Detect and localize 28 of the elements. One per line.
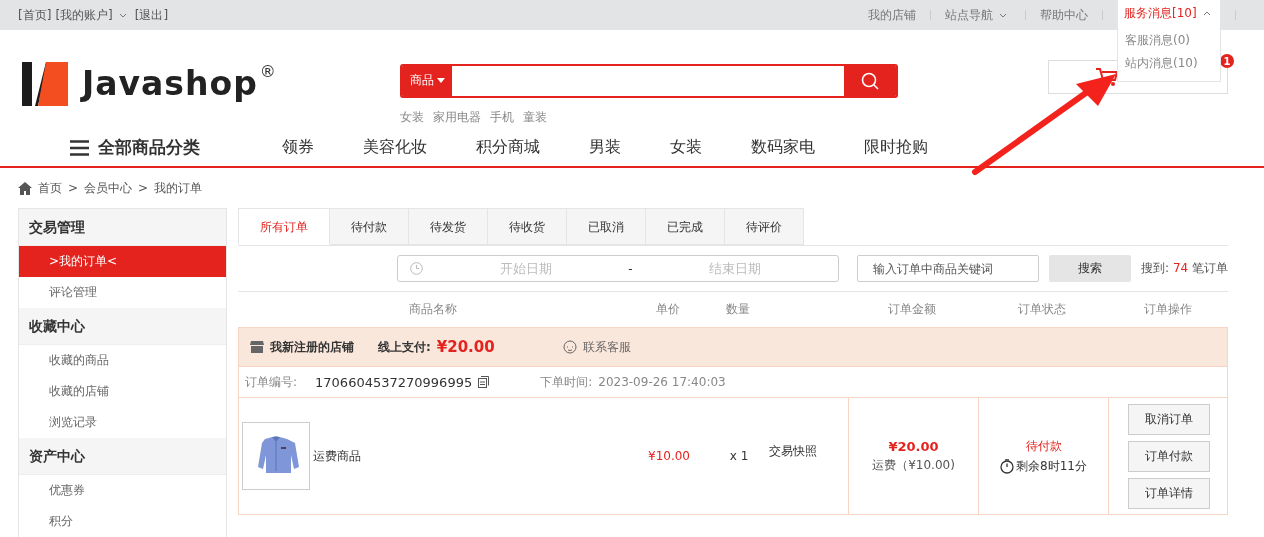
payment-label: 线上支付: — [378, 338, 431, 356]
column-header: 数量 — [725, 301, 751, 318]
order-number-label: 订单编号: — [245, 373, 298, 391]
column-header: 订单金额 — [887, 301, 937, 318]
order-total: ¥20.00 — [888, 438, 939, 454]
quantity: x 1 — [728, 449, 750, 463]
registered-mark: ® — [259, 61, 276, 82]
order-status: 待付款 — [1025, 437, 1062, 455]
remaining-time: 剩余8时11分 — [1016, 457, 1087, 475]
order-time: 2023-09-26 17:40:03 — [598, 375, 726, 389]
range-separator: - — [628, 261, 633, 276]
column-header: 单价 — [655, 301, 681, 318]
sidebar-heading: 收藏中心 — [19, 308, 226, 345]
sidebar-heading: 交易管理 — [19, 209, 226, 246]
breadcrumb-separator: > — [138, 181, 149, 195]
unit-price: ¥10.00 — [647, 449, 691, 463]
column-header: 订单状态 — [1017, 301, 1067, 318]
column-header: 订单操作 — [1142, 301, 1193, 318]
result-count: 搜到: 74 笔订单 — [1141, 260, 1228, 277]
order-time-label: 下单时间: — [540, 373, 593, 391]
order-number: 1706604537270996995 — [315, 374, 473, 390]
breadcrumb-separator: > — [68, 181, 79, 195]
shipping-fee: 运费（¥10.00) — [872, 456, 955, 474]
shop-name: 我新注册的店铺 — [270, 338, 354, 356]
logo-text: Javashop — [82, 62, 258, 105]
order-amount: ¥20.00 — [436, 338, 495, 356]
sidebar-heading: 资产中心 — [19, 438, 226, 475]
column-header: 商品名称 — [408, 301, 458, 318]
